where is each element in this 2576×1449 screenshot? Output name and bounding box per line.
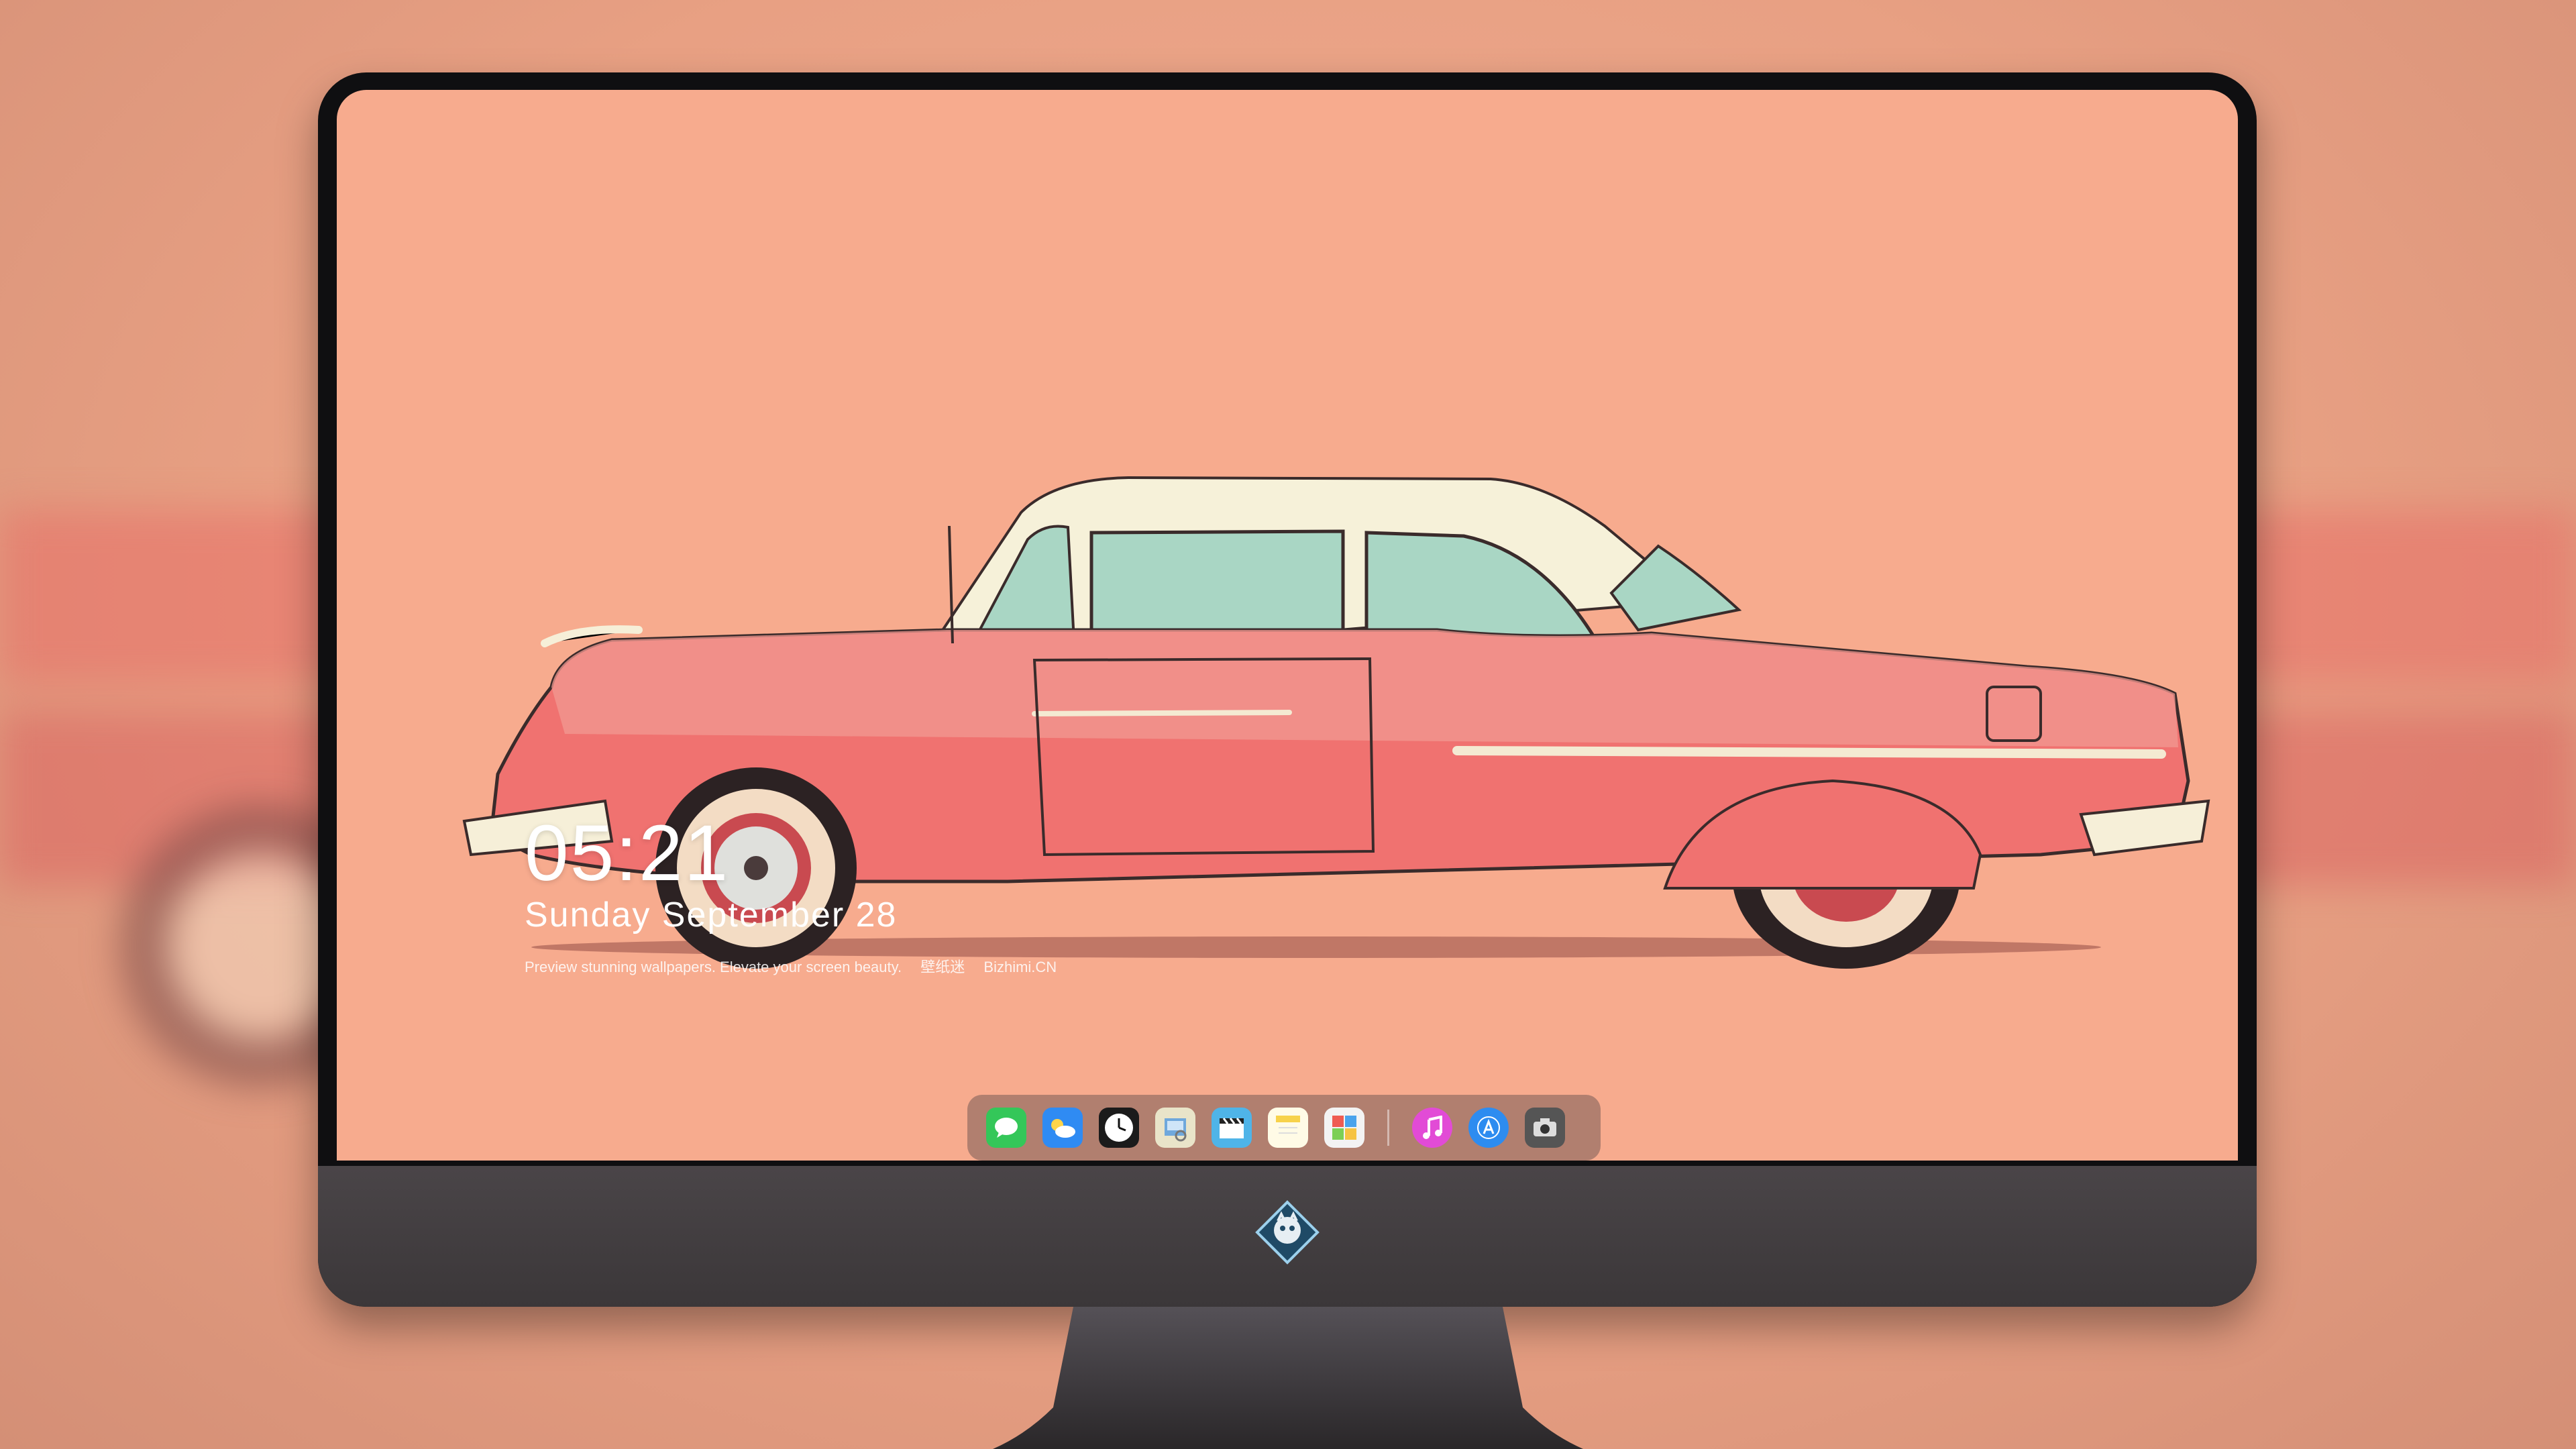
photo-booth-icon[interactable] bbox=[1324, 1108, 1364, 1148]
monitor-chin bbox=[318, 1166, 2257, 1307]
clapperboard-icon[interactable] bbox=[1212, 1108, 1252, 1148]
messages-icon[interactable] bbox=[986, 1108, 1026, 1148]
clock-icon[interactable] bbox=[1099, 1108, 1139, 1148]
preview-icon[interactable] bbox=[1155, 1108, 1195, 1148]
camera-icon[interactable] bbox=[1525, 1108, 1565, 1148]
tagline-brand-cn: 壁纸迷 bbox=[920, 959, 965, 975]
tagline-text: Preview stunning wallpapers. Elevate you… bbox=[525, 959, 902, 975]
tagline-site: Bizhimi.CN bbox=[983, 959, 1057, 975]
weather-icon[interactable] bbox=[1042, 1108, 1083, 1148]
notes-icon[interactable] bbox=[1268, 1108, 1308, 1148]
lock-date: Sunday September 28 bbox=[525, 896, 898, 934]
desktop-screen: 05:21 Sunday September 28 Preview stunni… bbox=[337, 90, 2238, 1161]
logo-icon bbox=[1254, 1199, 1320, 1265]
wallpaper-tagline: Preview stunning wallpapers. Elevate you… bbox=[525, 955, 1071, 977]
app-store-icon[interactable] bbox=[1468, 1108, 1509, 1148]
dock bbox=[967, 1095, 1601, 1161]
lock-clock: 05:21 bbox=[525, 809, 730, 898]
monitor-stand bbox=[993, 1307, 1583, 1449]
music-icon[interactable] bbox=[1412, 1108, 1452, 1148]
monitor: 05:21 Sunday September 28 Preview stunni… bbox=[318, 72, 2257, 1307]
dock-separator bbox=[1387, 1110, 1389, 1146]
